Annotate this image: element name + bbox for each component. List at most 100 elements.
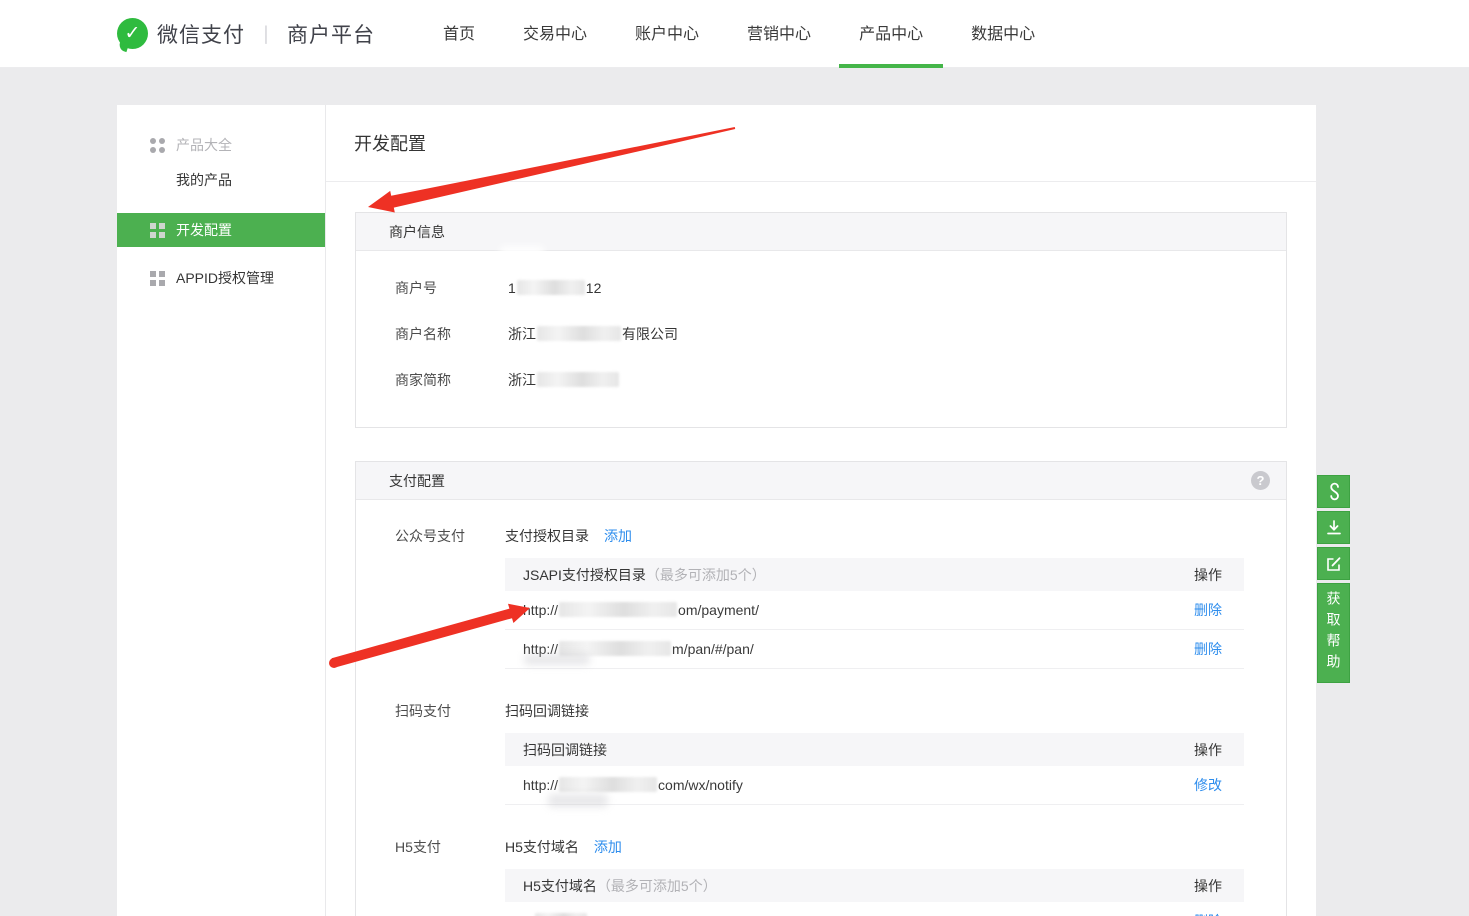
h5-pay-group: H5支付 H5支付域名 添加 H5支付域名（最多可添加5个） 操作 di.com [395,835,1244,916]
merchant-info-title: 商户信息 [389,222,445,242]
redacted-text [537,326,621,341]
jsapi-group-line: 公众号支付 支付授权目录 添加 [395,524,1244,548]
merchant-id-row: 商户号 112 [395,265,1286,311]
nav-item-trade-center[interactable]: 交易中心 [503,0,607,68]
help-icon[interactable]: ? [1251,471,1270,490]
sidebar-item-product-catalog[interactable]: 产品大全 [117,127,325,163]
merchant-info-body: 商户号 112 商户名称 浙江有限公司 商家简称 浙江 [356,251,1286,427]
payment-config-title: 支付配置 [389,471,445,491]
action-column-header: 操作 [1194,565,1222,585]
url-value: http://om/payment/ [523,602,759,618]
wechat-pay-logo-icon: ✓ [117,18,148,49]
h5-domain-label: H5支付域名 [505,837,579,857]
table-row: http://om/payment/ 删除 [505,591,1244,630]
edit-icon [1325,555,1343,573]
merchant-name-label: 商户名称 [395,324,508,344]
sidebar-item-label: 产品大全 [176,135,232,155]
table-header-hint: （最多可添加5个） [646,565,766,585]
url-value: http://m/pan/#/pan/ [523,641,754,657]
brand-name: 微信支付 [157,19,245,49]
merchant-info-section: 商户信息 商户号 112 商户名称 浙江有限公司 商家简称 浙江 [355,212,1287,428]
table-row: http://m/pan/#/pan/ 删除 [505,630,1244,669]
download-icon [1325,519,1343,537]
sidebar-item-appid-auth[interactable]: APPID授权管理 [117,261,325,295]
native-callback-table: 扫码回调链接 操作 http://com/wx/notify 修改 [505,733,1244,805]
add-h5-domain-link[interactable]: 添加 [594,837,622,857]
native-pay-group: 扫码支付 扫码回调链接 扫码回调链接 操作 http://com/wx/noti… [395,699,1244,805]
merchant-shortname-value: 浙江 [508,370,620,390]
table-header-label: JSAPI支付授权目录 [523,565,646,585]
jsapi-auth-dir-table: JSAPI支付授权目录（最多可添加5个） 操作 http://om/paymen… [505,558,1244,669]
sidebar-item-label: 开发配置 [176,220,232,240]
delete-link[interactable]: 删除 [1194,911,1222,916]
table-header-hint: （最多可添加5个） [597,876,717,896]
grid-icon [150,223,165,238]
auth-dir-label: 支付授权目录 [505,526,589,546]
redacted-text [559,777,657,792]
jsapi-pay-group: 公众号支付 支付授权目录 添加 JSAPI支付授权目录（最多可添加5个） 操作 … [395,524,1244,669]
nav-item-marketing-center[interactable]: 营销中心 [727,0,831,68]
merchant-id-label: 商户号 [395,278,508,298]
nav-item-home[interactable]: 首页 [423,0,495,68]
delete-link[interactable]: 删除 [1194,639,1222,659]
nav-item-product-center[interactable]: 产品中心 [839,0,943,68]
link-icon [1325,482,1343,502]
table-header-row: 扫码回调链接 操作 [505,733,1244,766]
native-group-line: 扫码支付 扫码回调链接 [395,699,1244,723]
h5-domain-table: H5支付域名（最多可添加5个） 操作 di.com 删除 [505,869,1244,916]
nav-item-data-center[interactable]: 数据中心 [951,0,1055,68]
h5-pay-label: H5支付 [395,837,505,857]
payment-config-header: 支付配置 ? [356,462,1286,500]
sidebar-item-label: APPID授权管理 [176,268,274,288]
modify-link[interactable]: 修改 [1194,775,1222,795]
content-layout: 产品大全 我的产品 开发配置 APPID授权管理 开发配置 商户信息 商户号 1… [117,105,1316,916]
redacted-text [517,280,585,295]
grid-icon [150,271,165,286]
table-header-label: 扫码回调链接 [523,740,607,760]
delete-link[interactable]: 删除 [1194,600,1222,620]
feedback-button[interactable] [1317,547,1350,580]
merchant-shortname-row: 商家简称 浙江 [395,357,1286,403]
sidebar-item-label: 我的产品 [176,170,232,190]
top-nav: 首页 交易中心 账户中心 营销中心 产品中心 数据中心 [423,0,1055,68]
callback-url-label: 扫码回调链接 [505,701,589,721]
sidebar-item-my-products[interactable]: 我的产品 [117,163,325,197]
redacted-text [537,372,619,387]
brand-separator: 丨 [256,19,276,48]
link-button[interactable] [1317,475,1350,508]
h5-group-line: H5支付 H5支付域名 添加 [395,835,1244,859]
top-header: ✓ 微信支付 丨 商户平台 首页 交易中心 账户中心 营销中心 产品中心 数据中… [0,0,1469,68]
main-header: 开发配置 [326,105,1316,182]
merchant-info-header: 商户信息 [356,213,1286,251]
brand-product: 商户平台 [287,19,375,49]
floating-toolbar: 获取帮助 [1317,475,1350,686]
redacted-text [559,602,677,617]
merchant-id-value: 112 [508,280,601,296]
download-button[interactable] [1317,511,1350,544]
merchant-name-row: 商户名称 浙江有限公司 [395,311,1286,357]
add-auth-dir-link[interactable]: 添加 [604,526,632,546]
brand[interactable]: ✓ 微信支付 丨 商户平台 [0,0,375,67]
table-header-label: H5支付域名 [523,876,597,896]
table-header-row: JSAPI支付授权目录（最多可添加5个） 操作 [505,558,1244,591]
action-column-header: 操作 [1194,740,1222,760]
get-help-label: 获取帮助 [1324,591,1344,675]
payment-config-body: 公众号支付 支付授权目录 添加 JSAPI支付授权目录（最多可添加5个） 操作 … [356,500,1286,916]
nav-item-account-center[interactable]: 账户中心 [615,0,719,68]
page-title: 开发配置 [354,130,426,156]
redacted-text [559,641,671,656]
main-panel: 开发配置 商户信息 商户号 112 商户名称 浙江有限公司 商家简称 浙江 [326,105,1316,916]
merchant-shortname-label: 商家简称 [395,370,508,390]
table-row: di.com 删除 [505,902,1244,916]
native-pay-label: 扫码支付 [395,701,505,721]
payment-config-section: 支付配置 ? 公众号支付 支付授权目录 添加 JSAPI支付授权目录（最多可添加… [355,461,1287,916]
get-help-button[interactable]: 获取帮助 [1317,583,1350,683]
merchant-name-value: 浙江有限公司 [508,324,678,344]
jsapi-pay-label: 公众号支付 [395,526,505,546]
sidebar-item-dev-config[interactable]: 开发配置 [117,213,325,247]
table-row: http://com/wx/notify 修改 [505,766,1244,805]
sidebar: 产品大全 我的产品 开发配置 APPID授权管理 [117,105,326,916]
action-column-header: 操作 [1194,876,1222,896]
grid-dots-icon [150,138,165,153]
url-value: http://com/wx/notify [523,777,743,793]
